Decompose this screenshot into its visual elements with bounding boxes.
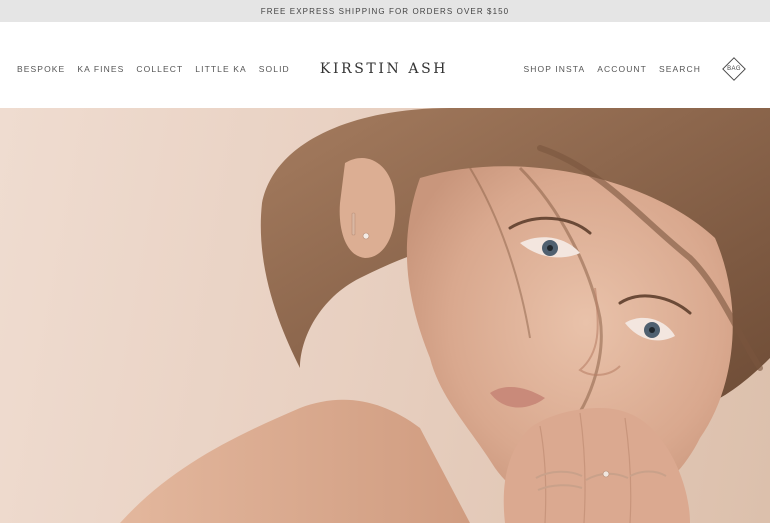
nav-link-ka-fines[interactable]: KA FINES (77, 64, 124, 74)
primary-nav: BESPOKE KA FINES COLLECT LITTLE KA SOLID (17, 22, 290, 116)
site-header: BESPOKE KA FINES COLLECT LITTLE KA SOLID… (0, 22, 770, 108)
nav-link-collect[interactable]: COLLECT (136, 64, 183, 74)
nav-link-solid[interactable]: SOLID (259, 64, 290, 74)
hero-image[interactable] (0, 108, 770, 523)
nav-link-little-ka[interactable]: LITTLE KA (195, 64, 246, 74)
utility-nav: SHOP INSTA ACCOUNT SEARCH (524, 22, 701, 116)
bag-button[interactable]: BAG (722, 57, 746, 81)
nav-link-bespoke[interactable]: BESPOKE (17, 64, 65, 74)
bag-label: BAG (727, 66, 741, 72)
nav-link-search[interactable]: SEARCH (659, 64, 701, 74)
nav-link-shop-insta[interactable]: SHOP INSTA (524, 64, 586, 74)
hero-portrait-illustration (120, 108, 770, 523)
announcement-bar: FREE EXPRESS SHIPPING FOR ORDERS OVER $1… (0, 0, 770, 22)
announcement-text: FREE EXPRESS SHIPPING FOR ORDERS OVER $1… (260, 6, 510, 16)
site-logo[interactable]: KIRSTIN ASH (320, 61, 448, 77)
nav-link-account[interactable]: ACCOUNT (597, 64, 647, 74)
